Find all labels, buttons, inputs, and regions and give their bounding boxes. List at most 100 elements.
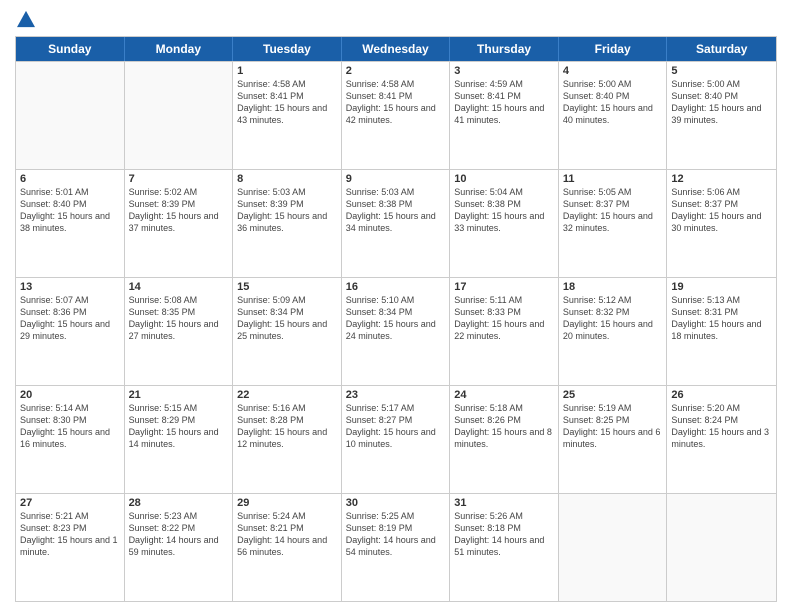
calendar-header-cell: Thursday <box>450 37 559 61</box>
day-info: Sunrise: 5:21 AM Sunset: 8:23 PM Dayligh… <box>20 510 120 559</box>
calendar-cell <box>667 494 776 601</box>
day-info: Sunrise: 5:16 AM Sunset: 8:28 PM Dayligh… <box>237 402 337 451</box>
day-info: Sunrise: 4:58 AM Sunset: 8:41 PM Dayligh… <box>237 78 337 127</box>
day-info: Sunrise: 5:13 AM Sunset: 8:31 PM Dayligh… <box>671 294 772 343</box>
day-number: 23 <box>346 389 446 401</box>
calendar-cell: 12Sunrise: 5:06 AM Sunset: 8:37 PM Dayli… <box>667 170 776 277</box>
day-number: 13 <box>20 281 120 293</box>
day-number: 14 <box>129 281 229 293</box>
day-number: 4 <box>563 65 663 77</box>
day-info: Sunrise: 5:20 AM Sunset: 8:24 PM Dayligh… <box>671 402 772 451</box>
day-number: 31 <box>454 497 554 509</box>
calendar-cell <box>125 62 234 169</box>
day-number: 9 <box>346 173 446 185</box>
day-info: Sunrise: 5:14 AM Sunset: 8:30 PM Dayligh… <box>20 402 120 451</box>
day-info: Sunrise: 5:02 AM Sunset: 8:39 PM Dayligh… <box>129 186 229 235</box>
calendar-cell: 14Sunrise: 5:08 AM Sunset: 8:35 PM Dayli… <box>125 278 234 385</box>
calendar-cell: 5Sunrise: 5:00 AM Sunset: 8:40 PM Daylig… <box>667 62 776 169</box>
day-info: Sunrise: 5:03 AM Sunset: 8:39 PM Dayligh… <box>237 186 337 235</box>
calendar-cell: 15Sunrise: 5:09 AM Sunset: 8:34 PM Dayli… <box>233 278 342 385</box>
calendar-cell: 8Sunrise: 5:03 AM Sunset: 8:39 PM Daylig… <box>233 170 342 277</box>
day-number: 15 <box>237 281 337 293</box>
day-number: 16 <box>346 281 446 293</box>
calendar-row: 20Sunrise: 5:14 AM Sunset: 8:30 PM Dayli… <box>16 385 776 493</box>
calendar-cell: 31Sunrise: 5:26 AM Sunset: 8:18 PM Dayli… <box>450 494 559 601</box>
calendar-cell: 13Sunrise: 5:07 AM Sunset: 8:36 PM Dayli… <box>16 278 125 385</box>
day-number: 2 <box>346 65 446 77</box>
calendar-cell: 23Sunrise: 5:17 AM Sunset: 8:27 PM Dayli… <box>342 386 451 493</box>
calendar-cell: 28Sunrise: 5:23 AM Sunset: 8:22 PM Dayli… <box>125 494 234 601</box>
calendar-cell: 4Sunrise: 5:00 AM Sunset: 8:40 PM Daylig… <box>559 62 668 169</box>
day-info: Sunrise: 5:00 AM Sunset: 8:40 PM Dayligh… <box>563 78 663 127</box>
calendar-cell: 18Sunrise: 5:12 AM Sunset: 8:32 PM Dayli… <box>559 278 668 385</box>
calendar-row: 13Sunrise: 5:07 AM Sunset: 8:36 PM Dayli… <box>16 277 776 385</box>
calendar-header-cell: Sunday <box>16 37 125 61</box>
day-info: Sunrise: 5:15 AM Sunset: 8:29 PM Dayligh… <box>129 402 229 451</box>
day-info: Sunrise: 5:18 AM Sunset: 8:26 PM Dayligh… <box>454 402 554 451</box>
calendar-cell: 26Sunrise: 5:20 AM Sunset: 8:24 PM Dayli… <box>667 386 776 493</box>
calendar-header-cell: Saturday <box>667 37 776 61</box>
day-number: 11 <box>563 173 663 185</box>
day-number: 6 <box>20 173 120 185</box>
day-number: 1 <box>237 65 337 77</box>
day-number: 5 <box>671 65 772 77</box>
day-number: 25 <box>563 389 663 401</box>
calendar-header-cell: Monday <box>125 37 234 61</box>
day-number: 8 <box>237 173 337 185</box>
day-number: 12 <box>671 173 772 185</box>
day-info: Sunrise: 5:11 AM Sunset: 8:33 PM Dayligh… <box>454 294 554 343</box>
day-number: 29 <box>237 497 337 509</box>
day-info: Sunrise: 5:26 AM Sunset: 8:18 PM Dayligh… <box>454 510 554 559</box>
day-info: Sunrise: 5:04 AM Sunset: 8:38 PM Dayligh… <box>454 186 554 235</box>
calendar-header-cell: Friday <box>559 37 668 61</box>
day-number: 22 <box>237 389 337 401</box>
day-info: Sunrise: 5:17 AM Sunset: 8:27 PM Dayligh… <box>346 402 446 451</box>
day-info: Sunrise: 5:00 AM Sunset: 8:40 PM Dayligh… <box>671 78 772 127</box>
day-number: 10 <box>454 173 554 185</box>
day-info: Sunrise: 5:24 AM Sunset: 8:21 PM Dayligh… <box>237 510 337 559</box>
calendar-cell: 16Sunrise: 5:10 AM Sunset: 8:34 PM Dayli… <box>342 278 451 385</box>
calendar-cell: 2Sunrise: 4:58 AM Sunset: 8:41 PM Daylig… <box>342 62 451 169</box>
day-info: Sunrise: 5:12 AM Sunset: 8:32 PM Dayligh… <box>563 294 663 343</box>
calendar-cell: 1Sunrise: 4:58 AM Sunset: 8:41 PM Daylig… <box>233 62 342 169</box>
calendar-cell: 24Sunrise: 5:18 AM Sunset: 8:26 PM Dayli… <box>450 386 559 493</box>
calendar-header-cell: Tuesday <box>233 37 342 61</box>
day-number: 18 <box>563 281 663 293</box>
calendar: SundayMondayTuesdayWednesdayThursdayFrid… <box>15 36 777 602</box>
calendar-cell: 22Sunrise: 5:16 AM Sunset: 8:28 PM Dayli… <box>233 386 342 493</box>
day-info: Sunrise: 5:08 AM Sunset: 8:35 PM Dayligh… <box>129 294 229 343</box>
calendar-cell: 30Sunrise: 5:25 AM Sunset: 8:19 PM Dayli… <box>342 494 451 601</box>
day-number: 24 <box>454 389 554 401</box>
day-number: 7 <box>129 173 229 185</box>
day-number: 27 <box>20 497 120 509</box>
calendar-cell: 3Sunrise: 4:59 AM Sunset: 8:41 PM Daylig… <box>450 62 559 169</box>
day-number: 28 <box>129 497 229 509</box>
calendar-cell: 9Sunrise: 5:03 AM Sunset: 8:38 PM Daylig… <box>342 170 451 277</box>
calendar-cell: 17Sunrise: 5:11 AM Sunset: 8:33 PM Dayli… <box>450 278 559 385</box>
day-info: Sunrise: 4:58 AM Sunset: 8:41 PM Dayligh… <box>346 78 446 127</box>
calendar-cell: 20Sunrise: 5:14 AM Sunset: 8:30 PM Dayli… <box>16 386 125 493</box>
header <box>15 10 777 28</box>
day-number: 21 <box>129 389 229 401</box>
day-info: Sunrise: 4:59 AM Sunset: 8:41 PM Dayligh… <box>454 78 554 127</box>
calendar-cell: 19Sunrise: 5:13 AM Sunset: 8:31 PM Dayli… <box>667 278 776 385</box>
day-info: Sunrise: 5:09 AM Sunset: 8:34 PM Dayligh… <box>237 294 337 343</box>
calendar-header-cell: Wednesday <box>342 37 451 61</box>
calendar-body: 1Sunrise: 4:58 AM Sunset: 8:41 PM Daylig… <box>16 61 776 601</box>
day-number: 26 <box>671 389 772 401</box>
calendar-cell: 7Sunrise: 5:02 AM Sunset: 8:39 PM Daylig… <box>125 170 234 277</box>
calendar-row: 1Sunrise: 4:58 AM Sunset: 8:41 PM Daylig… <box>16 61 776 169</box>
day-info: Sunrise: 5:03 AM Sunset: 8:38 PM Dayligh… <box>346 186 446 235</box>
day-number: 30 <box>346 497 446 509</box>
day-info: Sunrise: 5:23 AM Sunset: 8:22 PM Dayligh… <box>129 510 229 559</box>
day-number: 17 <box>454 281 554 293</box>
calendar-cell <box>16 62 125 169</box>
day-info: Sunrise: 5:07 AM Sunset: 8:36 PM Dayligh… <box>20 294 120 343</box>
day-number: 19 <box>671 281 772 293</box>
calendar-cell: 11Sunrise: 5:05 AM Sunset: 8:37 PM Dayli… <box>559 170 668 277</box>
calendar-cell: 27Sunrise: 5:21 AM Sunset: 8:23 PM Dayli… <box>16 494 125 601</box>
logo-icon <box>17 10 35 28</box>
logo <box>15 10 35 28</box>
calendar-cell: 21Sunrise: 5:15 AM Sunset: 8:29 PM Dayli… <box>125 386 234 493</box>
day-number: 20 <box>20 389 120 401</box>
